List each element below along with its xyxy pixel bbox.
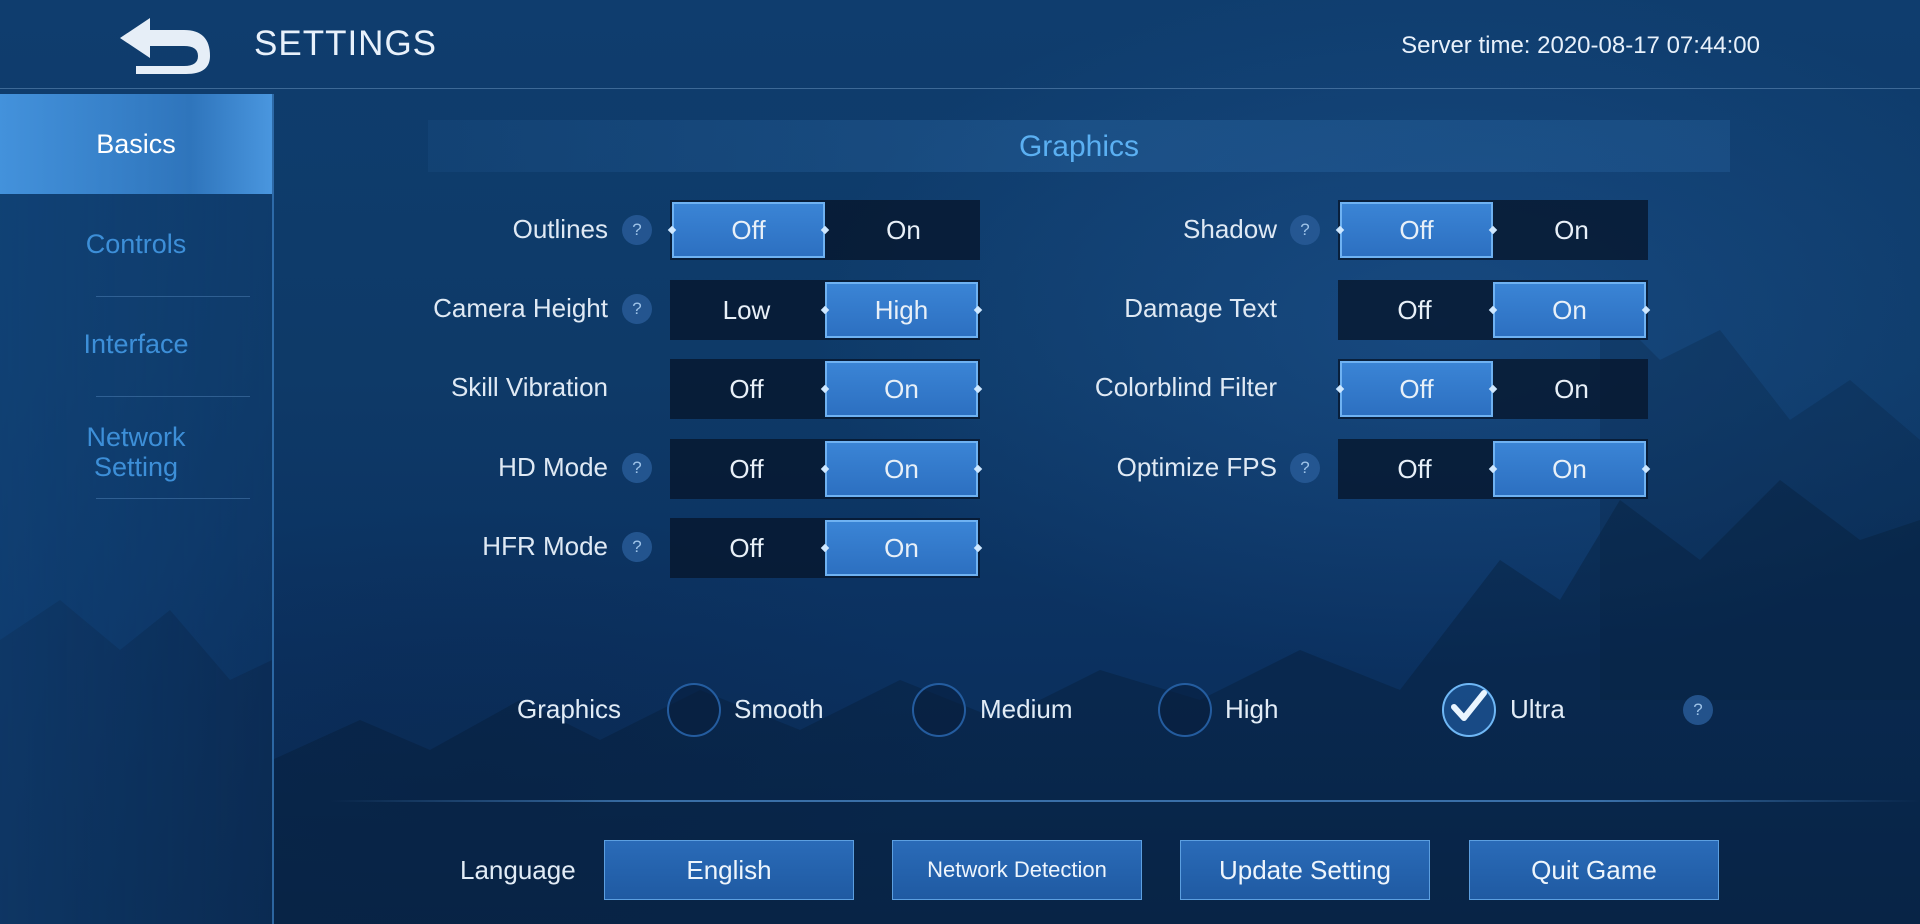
damage-text-off-option[interactable]: Off xyxy=(1338,280,1491,340)
hfr-mode-off-option[interactable]: Off xyxy=(670,518,823,578)
skill-vibration-on-option[interactable]: On xyxy=(825,361,978,417)
skill-vibration-label: Skill Vibration xyxy=(450,372,608,402)
server-time: Server time: 2020-08-17 07:44:00 xyxy=(1401,32,1760,59)
optimize-fps-help-icon[interactable]: ? xyxy=(1290,453,1320,483)
sidebar-item-label: Controls xyxy=(85,229,187,259)
graphics-help-icon[interactable]: ? xyxy=(1683,695,1713,725)
optimize-fps-toggle[interactable]: Off On xyxy=(1338,439,1648,499)
language-label: Language xyxy=(460,855,576,885)
colorblind-filter-on-option[interactable]: On xyxy=(1495,359,1648,419)
damage-text-on-option[interactable]: On xyxy=(1493,282,1646,338)
shadow-off-option[interactable]: Off xyxy=(1340,202,1493,258)
shadow-help-icon[interactable]: ? xyxy=(1290,215,1320,245)
shadow-toggle[interactable]: Off On xyxy=(1338,200,1648,260)
shadow-label: Shadow xyxy=(1183,214,1277,244)
sidebar-divider xyxy=(96,396,250,397)
sidebar-divider xyxy=(96,296,250,297)
sidebar-divider xyxy=(96,498,250,499)
shadow-on-option[interactable]: On xyxy=(1495,200,1648,260)
damage-text-toggle[interactable]: Off On xyxy=(1338,280,1648,340)
outlines-label: Outlines xyxy=(512,214,608,244)
colorblind-filter-label: Colorblind Filter xyxy=(1094,372,1277,402)
graphics-smooth-radio[interactable] xyxy=(667,683,721,737)
outlines-on-option[interactable]: On xyxy=(827,200,980,260)
camera-height-help-icon[interactable]: ? xyxy=(622,294,652,324)
back-button[interactable] xyxy=(112,10,218,78)
graphics-ultra-radio[interactable] xyxy=(1442,683,1496,737)
colorblind-filter-off-option[interactable]: Off xyxy=(1340,361,1493,417)
optimize-fps-label: Optimize FPS xyxy=(1116,452,1277,482)
camera-height-low-option[interactable]: Low xyxy=(670,280,823,340)
outlines-off-option[interactable]: Off xyxy=(672,202,825,258)
hd-mode-help-icon[interactable]: ? xyxy=(622,453,652,483)
page-title: SETTINGS xyxy=(254,24,438,63)
graphics-medium-radio[interactable] xyxy=(912,683,966,737)
sidebar: Basics Controls Interface Network Settin… xyxy=(0,94,274,924)
hd-mode-toggle[interactable]: Off On xyxy=(670,439,980,499)
outlines-toggle[interactable]: Off On xyxy=(670,200,980,260)
sidebar-item-interface[interactable]: Interface xyxy=(0,304,272,384)
language-button[interactable]: English xyxy=(604,840,854,900)
hfr-mode-label: HFR Mode xyxy=(482,531,608,561)
skill-vibration-off-option[interactable]: Off xyxy=(670,359,823,419)
quit-game-button[interactable]: Quit Game xyxy=(1469,840,1719,900)
camera-height-label: Camera Height xyxy=(433,293,608,323)
camera-height-toggle[interactable]: Low High xyxy=(670,280,980,340)
graphics-ultra-label[interactable]: Ultra xyxy=(1510,694,1565,725)
hd-mode-on-option[interactable]: On xyxy=(825,441,978,497)
sidebar-item-network-setting[interactable]: Network Setting xyxy=(0,412,272,492)
hfr-mode-toggle[interactable]: Off On xyxy=(670,518,980,578)
sidebar-item-controls[interactable]: Controls xyxy=(0,204,272,284)
sidebar-item-basics[interactable]: Basics xyxy=(0,94,272,194)
hfr-mode-on-option[interactable]: On xyxy=(825,520,978,576)
section-header: Graphics xyxy=(428,120,1730,172)
outlines-help-icon[interactable]: ? xyxy=(622,215,652,245)
hfr-mode-help-icon[interactable]: ? xyxy=(622,532,652,562)
camera-height-high-option[interactable]: High xyxy=(825,282,978,338)
sidebar-item-label: Interface xyxy=(83,329,189,359)
graphics-high-label[interactable]: High xyxy=(1225,694,1278,725)
skill-vibration-toggle[interactable]: Off On xyxy=(670,359,980,419)
graphics-high-radio[interactable] xyxy=(1158,683,1212,737)
graphics-medium-label[interactable]: Medium xyxy=(980,694,1072,725)
optimize-fps-off-option[interactable]: Off xyxy=(1338,439,1491,499)
checkmark-icon xyxy=(1451,690,1487,721)
sidebar-item-label: Network Setting xyxy=(86,422,186,482)
graphics-smooth-label[interactable]: Smooth xyxy=(734,694,824,725)
header-bar: SETTINGS Server time: 2020-08-17 07:44:0… xyxy=(0,0,1920,89)
damage-text-label: Damage Text xyxy=(1124,293,1277,323)
section-divider xyxy=(330,800,1920,802)
back-arrow-icon xyxy=(120,18,210,74)
hd-mode-off-option[interactable]: Off xyxy=(670,439,823,499)
graphics-quality-label: Graphics xyxy=(517,694,622,724)
colorblind-filter-toggle[interactable]: Off On xyxy=(1338,359,1648,419)
section-title: Graphics xyxy=(1018,130,1140,163)
network-detection-button[interactable]: Network Detection xyxy=(892,840,1142,900)
update-setting-button[interactable]: Update Setting xyxy=(1180,840,1430,900)
hd-mode-label: HD Mode xyxy=(498,452,608,482)
optimize-fps-on-option[interactable]: On xyxy=(1493,441,1646,497)
sidebar-item-label: Basics xyxy=(96,129,176,159)
